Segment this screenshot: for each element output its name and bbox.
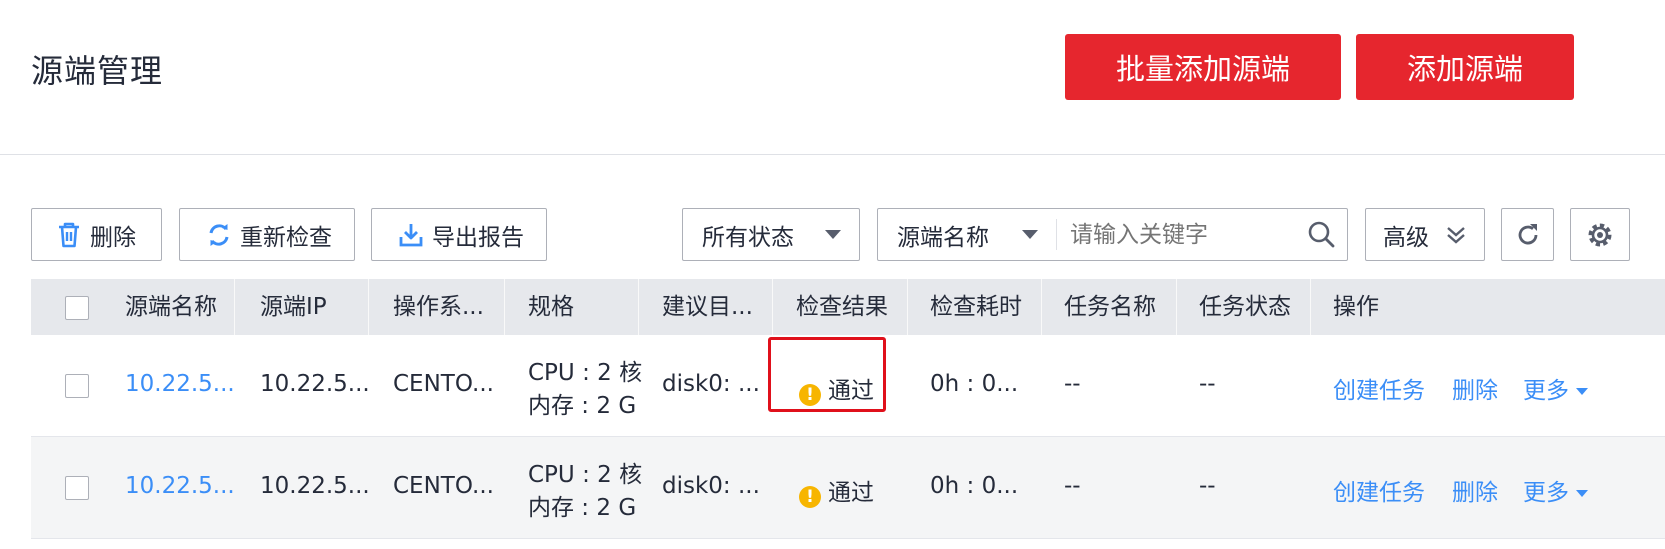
- search-input[interactable]: [1068, 217, 1292, 253]
- column-header-target[interactable]: 建议目...: [662, 279, 753, 335]
- column-separator: [234, 279, 235, 335]
- row-checkbox[interactable]: [65, 374, 89, 398]
- double-chevron-down-icon: [1445, 224, 1467, 246]
- more-dropdown[interactable]: 更多: [1523, 473, 1588, 507]
- column-header-check-duration[interactable]: 检查耗时: [930, 279, 1022, 335]
- column-header-spec[interactable]: 规格: [528, 279, 574, 335]
- column-separator: [638, 279, 639, 335]
- settings-button[interactable]: [1570, 208, 1630, 261]
- column-separator: [907, 279, 908, 335]
- reload-icon: [1514, 221, 1542, 249]
- caret-down-icon: [1576, 388, 1588, 395]
- caret-down-icon: [1576, 490, 1588, 497]
- delete-label: 删除: [90, 224, 136, 251]
- download-icon: [396, 220, 426, 250]
- more-dropdown[interactable]: 更多: [1523, 371, 1588, 405]
- task-name: --: [1064, 371, 1081, 397]
- source-ip: 10.22.5...: [260, 473, 370, 499]
- os-cell: CENTO...: [393, 473, 494, 499]
- chevron-down-icon: [825, 230, 841, 239]
- check-result: ! 通过: [799, 473, 874, 508]
- search-separator: [1056, 219, 1057, 250]
- chevron-down-icon: [1022, 230, 1038, 239]
- column-header-task-name[interactable]: 任务名称: [1064, 279, 1156, 335]
- column-header-source-name[interactable]: 源端名称: [125, 279, 217, 335]
- highlight-box: [768, 337, 886, 412]
- check-duration: 0h : 0...: [930, 473, 1019, 499]
- target-cell: disk0: ...: [662, 371, 760, 397]
- search-box: 源端名称: [877, 208, 1348, 261]
- spec-cpu: CPU : 2 核: [528, 360, 643, 386]
- advanced-search-button[interactable]: 高级: [1365, 208, 1485, 261]
- trash-icon: [54, 220, 84, 250]
- spec-memory: 内存 : 2 G: [528, 393, 637, 419]
- header-divider: [0, 154, 1665, 155]
- page-title: 源端管理: [31, 52, 164, 90]
- search-field-select[interactable]: 源端名称: [878, 209, 1056, 260]
- column-separator: [772, 279, 773, 335]
- source-name-link[interactable]: 10.22.5...: [125, 371, 235, 397]
- check-result-text: 通过: [828, 480, 874, 506]
- column-header-actions: 操作: [1333, 294, 1379, 320]
- target-cell: disk0: ...: [662, 473, 760, 499]
- column-separator: [1176, 279, 1177, 335]
- delete-button[interactable]: 删除: [31, 208, 162, 261]
- create-task-link[interactable]: 创建任务: [1333, 371, 1425, 405]
- task-name: --: [1064, 473, 1081, 499]
- column-header-task-status[interactable]: 任务状态: [1199, 279, 1291, 335]
- select-all-checkbox[interactable]: [65, 296, 89, 320]
- delete-link[interactable]: 删除: [1452, 473, 1498, 507]
- column-separator: [1041, 279, 1042, 335]
- status-filter-select[interactable]: 所有状态: [682, 208, 860, 261]
- source-name-link[interactable]: 10.22.5...: [125, 473, 235, 499]
- spec-cpu: CPU : 2 核: [528, 462, 643, 488]
- create-task-link[interactable]: 创建任务: [1333, 473, 1425, 507]
- more-label: 更多: [1523, 480, 1569, 506]
- export-label: 导出报告: [432, 224, 524, 251]
- check-duration: 0h : 0...: [930, 371, 1019, 397]
- source-ip: 10.22.5...: [260, 371, 370, 397]
- status-filter-value: 所有状态: [702, 224, 794, 251]
- column-header-source-ip[interactable]: 源端IP: [260, 279, 327, 335]
- refresh-icon: [204, 220, 234, 250]
- task-status: --: [1199, 473, 1216, 499]
- recheck-label: 重新检查: [240, 224, 332, 251]
- refresh-button[interactable]: [1501, 208, 1554, 261]
- export-report-button[interactable]: 导出报告: [371, 208, 547, 261]
- batch-add-source-button[interactable]: 批量添加源端: [1065, 34, 1341, 100]
- task-status: --: [1199, 371, 1216, 397]
- column-separator: [368, 279, 369, 335]
- gear-icon: [1585, 220, 1615, 250]
- more-label: 更多: [1523, 378, 1569, 404]
- advanced-label: 高级: [1383, 224, 1429, 251]
- add-source-button[interactable]: 添加源端: [1356, 34, 1574, 100]
- spec-memory: 内存 : 2 G: [528, 495, 637, 521]
- search-field-value: 源端名称: [897, 224, 989, 251]
- column-separator: [1310, 279, 1311, 335]
- search-icon[interactable]: [1306, 219, 1336, 255]
- recheck-button[interactable]: 重新检查: [179, 208, 355, 261]
- row-checkbox[interactable]: [65, 476, 89, 500]
- column-header-os[interactable]: 操作系...: [393, 279, 484, 335]
- os-cell: CENTO...: [393, 371, 494, 397]
- table-row: 10.22.5... 10.22.5... CENTO... CPU : 2 核…: [31, 437, 1665, 539]
- warning-icon: !: [799, 486, 821, 508]
- delete-link[interactable]: 删除: [1452, 371, 1498, 405]
- column-separator: [504, 279, 505, 335]
- table-header: 源端名称 源端IP 操作系... 规格 建议目... 检查结果 检查耗时 任务名…: [31, 279, 1665, 335]
- column-header-check-result[interactable]: 检查结果: [796, 279, 888, 335]
